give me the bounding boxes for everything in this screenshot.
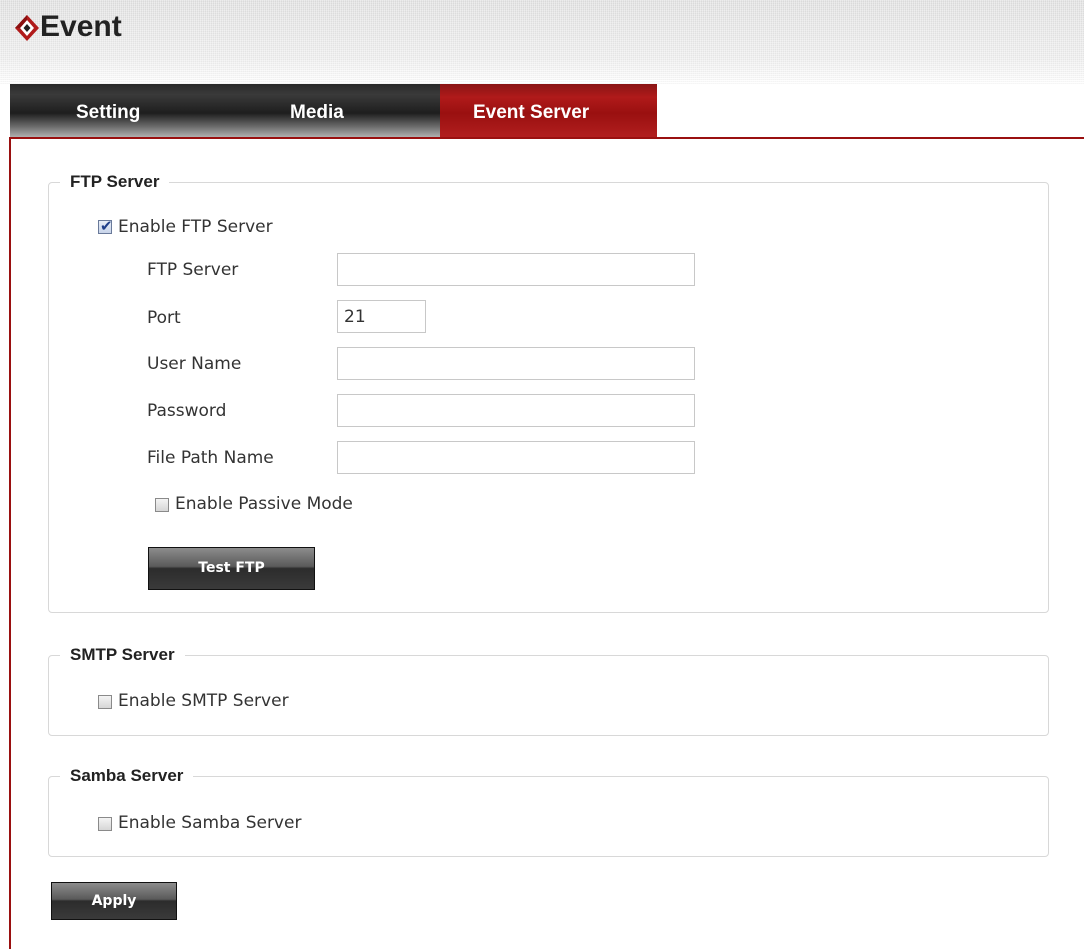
enable-passive-mode-checkbox[interactable]: [155, 498, 169, 512]
password-label: Password: [147, 401, 227, 421]
apply-button[interactable]: Apply: [51, 882, 177, 920]
diamond-logo-icon: [15, 15, 39, 41]
enable-samba-checkbox[interactable]: [98, 817, 112, 831]
enable-ftp-label: Enable FTP Server: [118, 217, 273, 237]
file-path-name-input[interactable]: [337, 441, 695, 474]
enable-ftp-checkbox[interactable]: ✔: [98, 217, 113, 235]
port-label: Port: [147, 308, 181, 328]
enable-samba-label: Enable Samba Server: [118, 813, 302, 833]
user-name-input[interactable]: [337, 347, 695, 380]
enable-smtp-label: Enable SMTP Server: [118, 691, 289, 711]
file-path-name-label: File Path Name: [147, 448, 274, 468]
tab-bar: Setting Media Event Server: [10, 84, 1084, 137]
user-name-label: User Name: [147, 354, 242, 374]
enable-smtp-checkbox[interactable]: [98, 695, 112, 709]
page-header: Event: [0, 0, 1084, 84]
port-input[interactable]: [337, 300, 426, 333]
ftp-server-label: FTP Server: [147, 260, 239, 280]
page-title: Event: [40, 10, 122, 43]
password-input[interactable]: [337, 394, 695, 427]
enable-passive-mode-label: Enable Passive Mode: [175, 494, 353, 514]
checkmark-icon: ✔: [100, 217, 113, 235]
tab-setting[interactable]: Setting: [10, 84, 222, 137]
smtp-server-legend: SMTP Server: [70, 645, 175, 664]
ftp-server-legend: FTP Server: [70, 172, 160, 191]
samba-server-group: Samba Server: [48, 766, 1049, 857]
tab-event-server[interactable]: Event Server: [440, 84, 657, 137]
ftp-server-input[interactable]: [337, 253, 695, 286]
samba-server-legend: Samba Server: [70, 766, 184, 785]
tab-media[interactable]: Media: [222, 84, 440, 137]
test-ftp-button[interactable]: Test FTP: [148, 547, 315, 590]
